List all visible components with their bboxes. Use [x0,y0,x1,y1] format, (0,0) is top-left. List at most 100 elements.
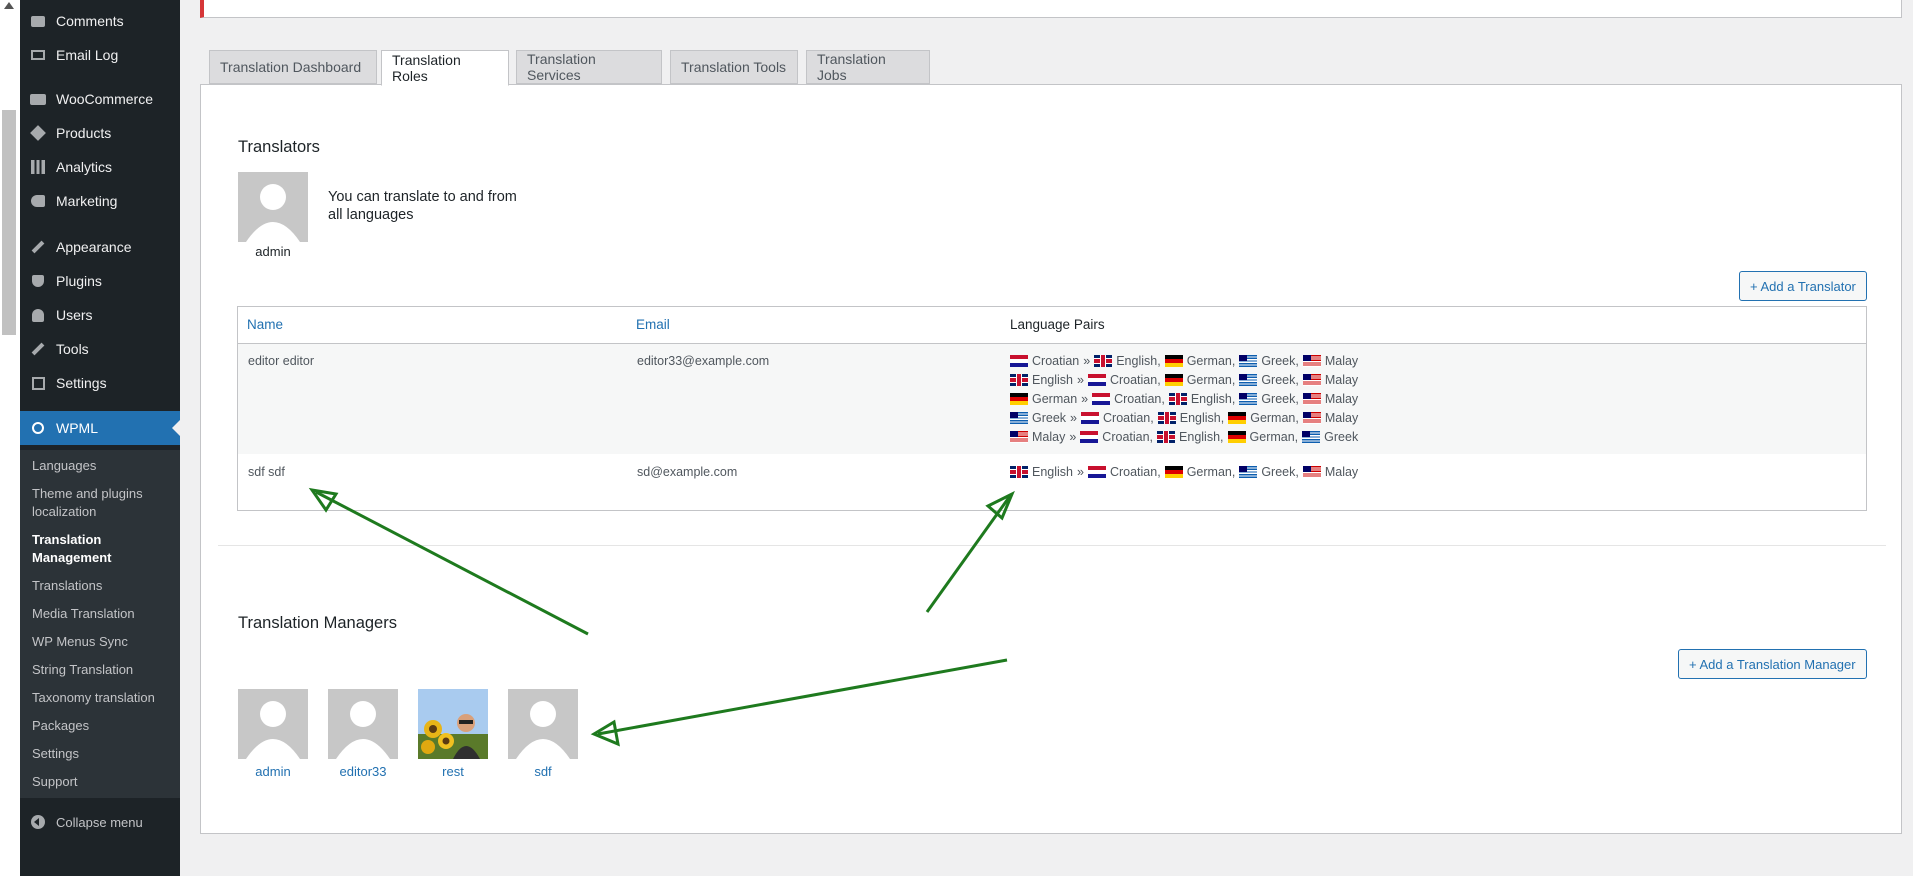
english-flag-icon [1010,465,1028,478]
submenu-taxonomy-translation[interactable]: Taxonomy translation [32,689,172,707]
scroll-up-arrow-icon[interactable] [4,2,14,9]
submenu-string-translation[interactable]: String Translation [32,661,172,679]
tab-translation-roles[interactable]: Translation Roles [381,50,509,86]
sidebar-item-wpml[interactable]: WPML [20,411,180,445]
pair-separator: » [1077,372,1084,387]
language-pair-line: English » Croatian, German, Greek, Malay [1010,370,1362,389]
malay-flag-icon [1302,354,1321,367]
manager-link-rest[interactable]: rest [408,764,498,779]
products-icon [30,125,46,141]
source-language: Malay [1032,429,1066,444]
target-language: Croatian, [1102,429,1154,444]
german-flag-icon [1010,392,1028,405]
column-name-header[interactable]: Name [247,317,283,332]
croatian-flag-icon [1087,465,1106,478]
german-flag-icon [1164,373,1183,386]
translator-email: editor33@example.com [637,354,770,368]
collapse-menu-button[interactable]: Collapse menu [20,808,180,836]
avatar-photo[interactable] [418,689,488,759]
target-language: Croatian, [1109,372,1161,387]
submenu-packages[interactable]: Packages [32,717,172,735]
submenu-support[interactable]: Support [32,773,172,791]
croatian-flag-icon [1010,354,1028,367]
sidebar-item-analytics[interactable]: Analytics [20,150,180,184]
target-language: German, [1186,353,1236,368]
sidebar-item-appearance[interactable]: Appearance [20,230,180,264]
target-language: German, [1249,429,1299,444]
tab-translation-tools[interactable]: Translation Tools [670,50,798,84]
admin-notice [200,0,1902,18]
sidebar-item-comments[interactable]: Comments [20,4,180,38]
sidebar-item-marketing[interactable]: Marketing [20,184,180,218]
sidebar-item-email-log[interactable]: Email Log [20,38,180,72]
sidebar-item-products[interactable]: Products [20,116,180,150]
submenu-theme-plugins-localization[interactable]: Theme and plugins localization [32,485,172,521]
language-pair-line: Croatian» English, German, Greek, Malay [1010,351,1362,370]
tab-translation-jobs[interactable]: Translation Jobs [806,50,930,84]
language-pairs: Croatian» English, German, Greek, Malay Engli… [1010,351,1362,446]
pair-separator: » [1069,429,1077,444]
target-language: Greek, [1261,372,1299,387]
submenu-media-translation[interactable]: Media Translation [32,605,172,623]
sidebar-item-users[interactable]: Users [20,298,180,332]
manager-link-admin[interactable]: admin [228,764,318,779]
current-user-name: admin [255,244,291,259]
add-translation-manager-button[interactable]: + Add a Translation Manager [1678,649,1867,679]
settings-icon [31,376,45,390]
source-language: English [1032,372,1073,387]
admin-sidebar: Comments Email Log WooCommerce Products … [20,0,180,876]
sidebar-item-settings[interactable]: Settings [20,366,180,400]
sidebar-item-woocommerce[interactable]: WooCommerce [20,82,180,116]
greek-flag-icon [1239,354,1258,367]
target-language: Greek, [1261,391,1299,406]
tab-translation-dashboard[interactable]: Translation Dashboard [209,50,377,84]
malay-flag-icon [1302,392,1321,405]
language-pair-line: German» Croatian, English, Greek, Malay [1010,389,1362,408]
croatian-flag-icon [1087,373,1106,386]
pair-separator: » [1081,391,1089,406]
translator-name: editor editor [248,354,315,368]
avatar[interactable] [238,689,308,759]
source-language: German [1032,391,1078,406]
analytics-icon [31,160,45,174]
target-language: English, [1116,353,1161,368]
manager-link-editor33[interactable]: editor33 [318,764,408,779]
section-divider [218,545,1886,546]
translators-heading: Translators [238,138,320,156]
avatar[interactable] [508,689,578,759]
malay-flag-icon [1302,411,1321,424]
submenu-settings[interactable]: Settings [32,745,172,763]
browser-scrollbar[interactable] [0,0,20,876]
german-flag-icon [1228,411,1247,424]
sidebar-item-plugins[interactable]: Plugins [20,264,180,298]
wpml-submenu: Languages Theme and plugins localization… [20,450,180,798]
woocommerce-icon [30,93,46,105]
sidebar-item-tools[interactable]: Tools [20,332,180,366]
translate-permission-message: You can translate to and from all langua… [328,189,517,223]
column-email-header[interactable]: Email [636,317,670,332]
tab-translation-services[interactable]: Translation Services [516,50,662,84]
target-language: German, [1250,410,1299,425]
target-language: Greek, [1261,464,1299,479]
target-language: Croatian, [1109,464,1161,479]
pair-separator: » [1077,464,1084,479]
scrollbar-thumb[interactable] [2,110,16,335]
submenu-translation-management[interactable]: Translation Management [32,531,172,567]
avatar[interactable] [328,689,398,759]
german-flag-icon [1164,354,1183,367]
target-language: Malay [1324,353,1359,368]
add-translator-button[interactable]: + Add a Translator [1739,271,1867,301]
users-icon [32,308,44,322]
english-flag-icon [1010,373,1028,386]
tools-icon [31,342,45,356]
submenu-wp-menus-sync[interactable]: WP Menus Sync [32,633,172,651]
greek-flag-icon [1239,465,1258,478]
croatian-flag-icon [1081,411,1099,424]
source-language: Greek [1032,410,1067,425]
language-pair-line: Greek» Croatian, English, German, Malay [1010,408,1362,427]
manager-link-sdf[interactable]: sdf [498,764,588,779]
submenu-translations[interactable]: Translations [32,577,172,595]
german-flag-icon [1227,430,1246,443]
submenu-languages[interactable]: Languages [32,457,172,475]
target-language: Malay [1324,372,1359,387]
